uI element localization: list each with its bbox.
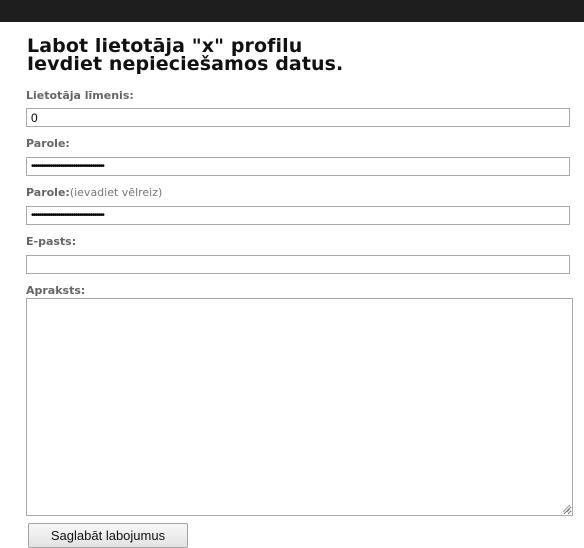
password-input[interactable]: [26, 157, 570, 176]
level-input[interactable]: [26, 108, 570, 127]
save-button[interactable]: Saglabāt labojumus: [28, 523, 188, 548]
email-input[interactable]: [26, 255, 570, 274]
email-label: E-pasts:: [26, 235, 77, 248]
page-title-line-2: Ievdiet nepieciešamos datus.: [27, 53, 344, 75]
page-title: Labot lietotāja "x" profilu Ievdiet nepi…: [27, 37, 344, 75]
description-label: Apraksts:: [26, 284, 86, 297]
password-repeat-hint: (ievadiet vēlreiz): [69, 186, 163, 199]
description-textarea[interactable]: [26, 298, 573, 516]
top-bar: [0, 0, 584, 22]
password-repeat-label: Parole:(ievadiet vēlreiz): [26, 186, 162, 199]
password-repeat-input[interactable]: [26, 206, 570, 225]
password-label: Parole:: [26, 137, 70, 150]
level-label: Lietotāja līmenis:: [26, 89, 134, 102]
password-repeat-label-text: Parole:: [26, 186, 70, 199]
